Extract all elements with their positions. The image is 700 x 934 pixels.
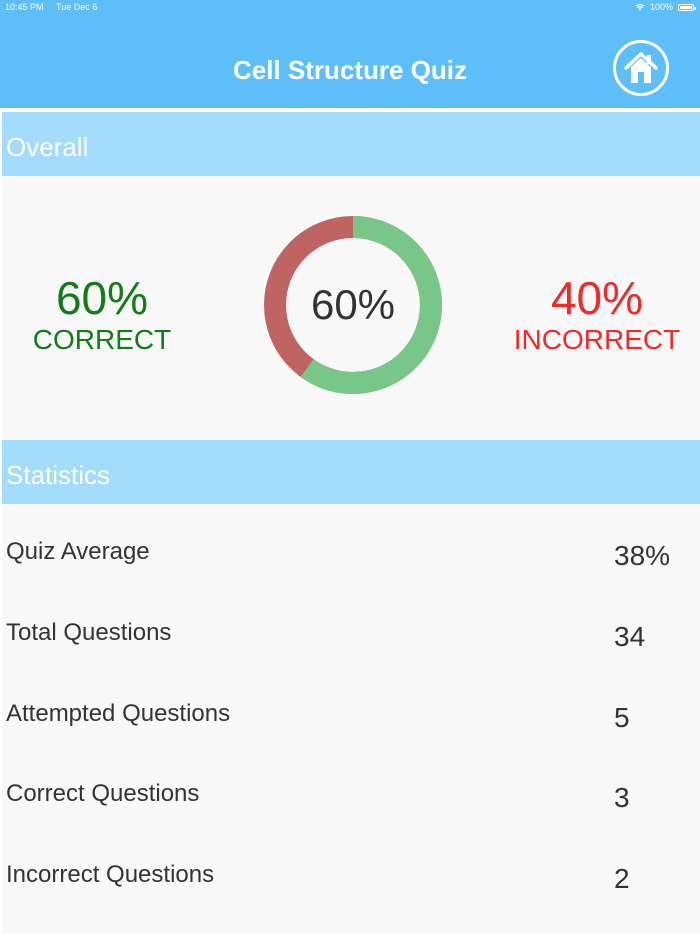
section-header-overall: Overall <box>2 112 700 176</box>
stat-value: 34 <box>614 621 646 652</box>
stat-label: Total Questions <box>6 619 172 646</box>
status-time: 10:45 PM <box>5 2 44 12</box>
page-title: Cell Structure Quiz <box>232 55 468 85</box>
home-button[interactable] <box>613 40 669 96</box>
status-right: 100% <box>635 2 696 12</box>
header-divider <box>0 108 700 111</box>
stat-value: 2 <box>614 863 630 894</box>
stat-row-quiz-average: Quiz Average 38% <box>2 538 700 598</box>
stat-label: Correct Questions <box>6 780 200 807</box>
stat-label: Attempted Questions <box>6 700 231 727</box>
overall-panel: 60% CORRECT 60% 40% INCORRECT <box>2 176 700 440</box>
stat-value: 5 <box>614 702 630 733</box>
section-label-overall: Overall <box>6 132 89 162</box>
correct-summary: 60% CORRECT <box>12 272 192 356</box>
stat-row-attempted-questions: Attempted Questions 5 <box>2 700 700 760</box>
battery-icon <box>678 3 696 11</box>
correct-label: CORRECT <box>32 324 172 355</box>
stat-label: Incorrect Questions <box>6 861 215 888</box>
section-header-statistics: Statistics <box>2 440 700 504</box>
stat-value: 3 <box>614 782 630 813</box>
stat-row-correct-questions: Correct Questions 3 <box>2 780 700 840</box>
correct-percent: 60% <box>55 272 149 324</box>
stat-label: Quiz Average <box>6 538 150 565</box>
incorrect-summary: 40% INCORRECT <box>502 272 692 356</box>
wifi-icon <box>635 4 645 11</box>
status-bar: 10:45 PM Tue Dec 6 100% <box>0 0 700 14</box>
donut-center-label: 60% <box>310 281 396 328</box>
app-header: 10:45 PM Tue Dec 6 100% Cell Structure Q… <box>0 0 700 108</box>
incorrect-label: INCORRECT <box>513 324 681 355</box>
incorrect-percent: 40% <box>550 272 644 324</box>
home-icon <box>624 52 658 83</box>
section-label-statistics: Statistics <box>6 460 111 490</box>
battery-percent: 100% <box>649 2 673 12</box>
stat-value: 38% <box>614 540 671 571</box>
stat-row-total-questions: Total Questions 34 <box>2 619 700 679</box>
status-left: 10:45 PM Tue Dec 6 <box>5 2 97 12</box>
stat-row-incorrect-questions: Incorrect Questions 2 <box>2 861 700 921</box>
statistics-panel: Quiz Average 38% Total Questions 34 Atte… <box>2 504 700 934</box>
status-date: Tue Dec 6 <box>56 2 98 12</box>
